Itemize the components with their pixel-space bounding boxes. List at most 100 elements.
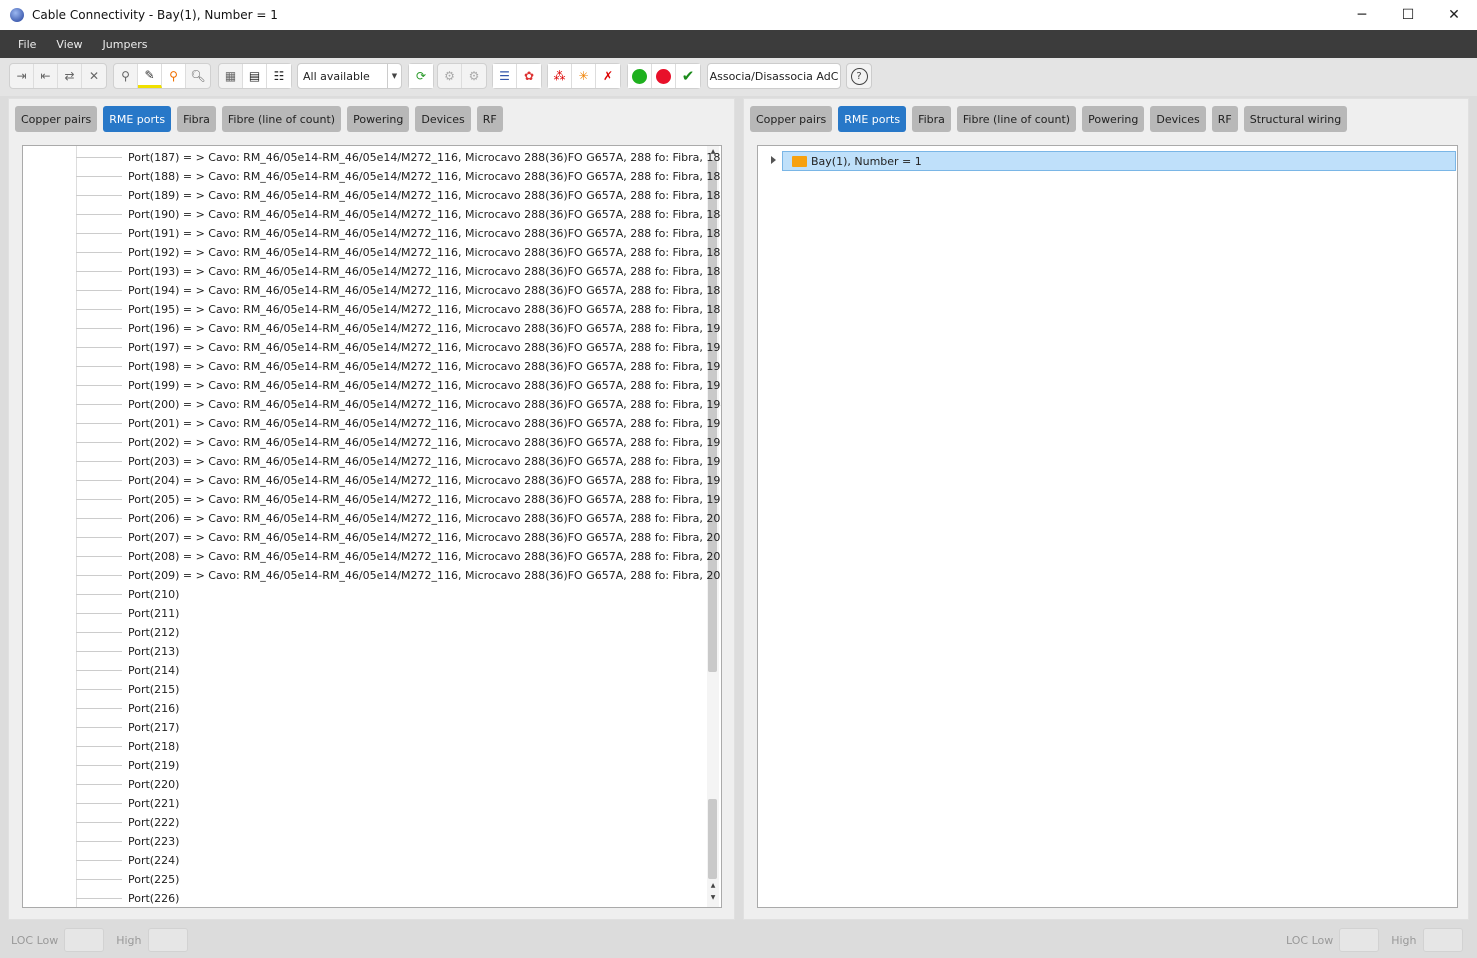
list-item[interactable]: Port(196) = > Cavo: RM_46/05e14-RM_46/05… [23, 319, 721, 338]
list-item[interactable]: Port(205) = > Cavo: RM_46/05e14-RM_46/05… [23, 490, 721, 509]
list-item[interactable]: Port(214) [23, 661, 179, 680]
list-item[interactable]: Port(201) = > Cavo: RM_46/05e14-RM_46/05… [23, 414, 721, 433]
expand-arrow-icon[interactable] [771, 156, 776, 164]
list-item[interactable]: Port(204) = > Cavo: RM_46/05e14-RM_46/05… [23, 471, 721, 490]
loc-low-field[interactable] [64, 928, 105, 952]
tab-rme-ports[interactable]: RME ports [103, 106, 172, 132]
list-item[interactable]: Port(203) = > Cavo: RM_46/05e14-RM_46/05… [23, 452, 721, 471]
tab-devices[interactable]: Devices [415, 106, 471, 132]
tab-structural-wiring[interactable]: Structural wiring [1243, 106, 1348, 132]
list-item[interactable]: Port(209) = > Cavo: RM_46/05e14-RM_46/05… [23, 566, 721, 585]
chevron-down-icon[interactable]: ▼ [387, 64, 401, 88]
list-item[interactable]: Port(199) = > Cavo: RM_46/05e14-RM_46/05… [23, 376, 721, 395]
tab-powering[interactable]: Powering [347, 106, 410, 132]
tab-devices[interactable]: Devices [1150, 106, 1206, 132]
tab-rf[interactable]: RF [476, 106, 503, 132]
scroll-down-icon[interactable]: ▼ [707, 894, 719, 901]
list-item[interactable]: Port(218) [23, 737, 179, 756]
list-item[interactable]: Port(226) [23, 889, 179, 907]
jumper-remove-icon[interactable]: ✗ [596, 64, 620, 88]
tab-fibre-line-of-count[interactable]: Fibre (line of count) [956, 106, 1077, 132]
port-list[interactable]: ▲ ▲ ▼ Port(187) = > Cavo: RM_46/05e14-RM… [22, 145, 722, 908]
highlight-icon[interactable]: ✎ [138, 64, 162, 88]
tree-list-icon[interactable]: ☰ [493, 64, 517, 88]
scroll-up-small-icon[interactable]: ▲ [707, 882, 719, 889]
tab-copper-pairs[interactable]: Copper pairs [15, 106, 98, 132]
list-item[interactable]: Port(222) [23, 813, 179, 832]
list-item[interactable]: Port(191) = > Cavo: RM_46/05e14-RM_46/05… [23, 224, 721, 243]
high-field[interactable] [147, 928, 188, 952]
list-item[interactable]: Port(217) [23, 718, 179, 737]
close-button[interactable]: ✕ [1431, 0, 1477, 30]
tab-fibre-line-of-count[interactable]: Fibre (line of count) [221, 106, 342, 132]
menu-view[interactable]: View [46, 38, 92, 51]
list-item[interactable]: Port(212) [23, 623, 179, 642]
list-item[interactable]: Port(220) [23, 775, 179, 794]
list-item[interactable]: Port(197) = > Cavo: RM_46/05e14-RM_46/05… [23, 338, 721, 357]
list-item[interactable]: Port(189) = > Cavo: RM_46/05e14-RM_46/05… [23, 186, 721, 205]
list-item[interactable]: Port(188) = > Cavo: RM_46/05e14-RM_46/05… [23, 167, 721, 186]
checklist-icon[interactable]: ☷ [267, 64, 291, 88]
disconnect-icon[interactable]: ✕ [82, 64, 106, 88]
list-item[interactable]: Port(210) [23, 585, 179, 604]
menu-file[interactable]: File [8, 38, 46, 51]
tab-fibra[interactable]: Fibra [177, 106, 216, 132]
tab-rme-ports[interactable]: RME ports [838, 106, 907, 132]
list-item[interactable]: Port(211) [23, 604, 179, 623]
loc-low-field-right[interactable] [1339, 928, 1380, 952]
list-item[interactable]: Port(208) = > Cavo: RM_46/05e14-RM_46/05… [23, 547, 721, 566]
help-button[interactable]: ? [846, 63, 872, 89]
list-item[interactable]: Port(207) = > Cavo: RM_46/05e14-RM_46/05… [23, 528, 721, 547]
tab-rf[interactable]: RF [1211, 106, 1238, 132]
red-status-icon[interactable] [652, 64, 676, 88]
list-item[interactable]: Port(193) = > Cavo: RM_46/05e14-RM_46/05… [23, 262, 721, 281]
tree-connector [76, 157, 122, 158]
maximize-button[interactable]: ☐ [1385, 0, 1431, 30]
port-label: Port(219) [128, 759, 180, 772]
high-field-right[interactable] [1422, 928, 1463, 952]
list-item[interactable]: Port(195) = > Cavo: RM_46/05e14-RM_46/05… [23, 300, 721, 319]
availability-filter-select[interactable]: All available ▼ [297, 63, 402, 89]
list-item[interactable]: Port(198) = > Cavo: RM_46/05e14-RM_46/05… [23, 357, 721, 376]
network-in-icon[interactable]: ⚙ [462, 64, 486, 88]
find-connection-icon[interactable]: ⚲ [114, 64, 138, 88]
list-item[interactable]: Port(206) = > Cavo: RM_46/05e14-RM_46/05… [23, 509, 721, 528]
jumper-add-icon[interactable]: ✳ [572, 64, 596, 88]
refresh-icon[interactable]: ⟳ [409, 64, 433, 88]
checkmark-icon[interactable]: ✔ [676, 64, 700, 88]
list-item[interactable]: Port(187) = > Cavo: RM_46/05e14-RM_46/05… [23, 148, 721, 167]
list-item[interactable]: Port(194) = > Cavo: RM_46/05e14-RM_46/05… [23, 281, 721, 300]
list-item[interactable]: Port(213) [23, 642, 179, 661]
table-info-icon[interactable]: ▦ [219, 64, 243, 88]
connect-left-icon[interactable]: ⇤ [34, 64, 58, 88]
list-item[interactable]: Port(200) = > Cavo: RM_46/05e14-RM_46/05… [23, 395, 721, 414]
bay-tree[interactable]: Bay(1), Number = 1 [757, 145, 1458, 908]
network-out-icon[interactable]: ⚙ [438, 64, 462, 88]
jumper-grid-icon[interactable]: ⁂ [548, 64, 572, 88]
tree-node-bay[interactable]: Bay(1), Number = 1 [782, 151, 1456, 171]
document-icon[interactable]: ▤ [243, 64, 267, 88]
tab-powering[interactable]: Powering [1082, 106, 1145, 132]
associa-disassocia-button[interactable]: Associa/Disassocia AdC [707, 63, 841, 89]
color-palette-icon[interactable]: ✿ [517, 64, 541, 88]
green-status-icon[interactable] [628, 64, 652, 88]
swap-icon[interactable]: ⇄ [58, 64, 82, 88]
list-item[interactable]: Port(192) = > Cavo: RM_46/05e14-RM_46/05… [23, 243, 721, 262]
scroll-thumb-lower[interactable] [708, 799, 717, 879]
tab-copper-pairs[interactable]: Copper pairs [750, 106, 833, 132]
locate-pin-icon[interactable]: ⚲ [162, 64, 186, 88]
menu-jumpers[interactable]: Jumpers [93, 38, 158, 51]
list-item[interactable]: Port(223) [23, 832, 179, 851]
list-item[interactable]: Port(202) = > Cavo: RM_46/05e14-RM_46/05… [23, 433, 721, 452]
list-item[interactable]: Port(219) [23, 756, 179, 775]
minimize-button[interactable]: ─ [1339, 0, 1385, 30]
tab-fibra[interactable]: Fibra [912, 106, 951, 132]
zoom-details-icon[interactable]: 🔍︎ [186, 64, 210, 88]
connect-right-icon[interactable]: ⇥ [10, 64, 34, 88]
list-item[interactable]: Port(215) [23, 680, 179, 699]
list-item[interactable]: Port(190) = > Cavo: RM_46/05e14-RM_46/05… [23, 205, 721, 224]
list-item[interactable]: Port(224) [23, 851, 179, 870]
list-item[interactable]: Port(225) [23, 870, 179, 889]
list-item[interactable]: Port(221) [23, 794, 179, 813]
list-item[interactable]: Port(216) [23, 699, 179, 718]
